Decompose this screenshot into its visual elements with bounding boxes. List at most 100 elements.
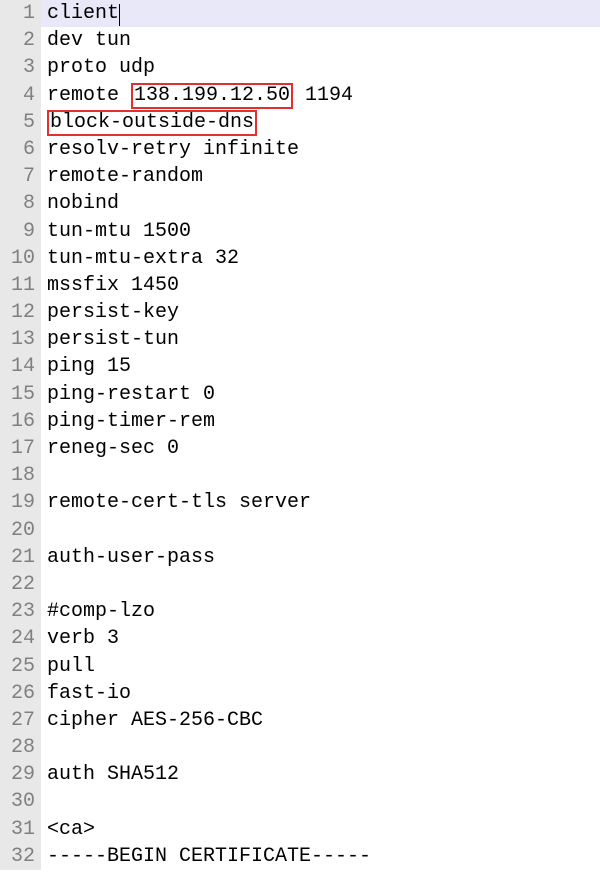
line-content[interactable]: verb 3	[41, 625, 119, 652]
editor-line[interactable]: 28	[0, 734, 600, 761]
line-content[interactable]: ping-restart 0	[41, 381, 215, 408]
editor-line[interactable]: 26 fast-io	[0, 680, 600, 707]
editor-line[interactable]: 6 resolv-retry infinite	[0, 136, 600, 163]
line-text: tun-mtu-extra 32	[47, 247, 239, 270]
line-content[interactable]: remote-cert-tls server	[41, 489, 311, 516]
line-content[interactable]: client	[41, 0, 120, 27]
line-content[interactable]: auth-user-pass	[41, 544, 215, 571]
editor-line[interactable]: 32-----BEGIN CERTIFICATE-----	[0, 843, 600, 870]
line-text-prefix: remote	[47, 84, 131, 107]
line-text: persist-tun	[47, 328, 179, 351]
editor-line[interactable]: 21auth-user-pass	[0, 544, 600, 571]
line-text: remote-cert-tls server	[47, 491, 311, 514]
text-cursor	[119, 4, 120, 26]
line-number: 9	[0, 218, 41, 245]
editor-line[interactable]: 16 ping-timer-rem	[0, 408, 600, 435]
editor-line[interactable]: 4remote 138.199.12.50 1194	[0, 82, 600, 109]
line-content[interactable]: remote 138.199.12.50 1194	[41, 82, 353, 109]
line-content[interactable]: ping 15	[41, 353, 131, 380]
line-content[interactable]: proto udp	[41, 54, 155, 81]
line-number: 17	[0, 435, 41, 462]
line-number: 12	[0, 299, 41, 326]
line-number: 22	[0, 571, 41, 598]
editor-line[interactable]: 23#comp-lzo	[0, 598, 600, 625]
editor-line[interactable]: 13persist-tun	[0, 326, 600, 353]
editor-line[interactable]: 8nobind	[0, 190, 600, 217]
line-number: 30	[0, 788, 41, 815]
line-number: 24	[0, 625, 41, 652]
line-content[interactable]: persist-key	[41, 299, 179, 326]
editor-line[interactable]: 14ping 15	[0, 353, 600, 380]
line-content[interactable]: -----BEGIN CERTIFICATE-----	[41, 843, 371, 870]
line-content[interactable]: cipher AES-256-CBC	[41, 707, 263, 734]
editor-line[interactable]: 10tun-mtu-extra 32	[0, 245, 600, 272]
editor-line[interactable]: 29auth SHA512	[0, 761, 600, 788]
line-number: 21	[0, 544, 41, 571]
line-content[interactable]: block-outside-dns	[41, 109, 257, 136]
editor-line[interactable]: 7remote-random	[0, 163, 600, 190]
line-content[interactable]: ping-timer-rem	[41, 408, 215, 435]
editor-line[interactable]: 9 tun-mtu 1500	[0, 218, 600, 245]
line-text: ping 15	[47, 355, 131, 378]
editor-line[interactable]: 17reneg-sec 0	[0, 435, 600, 462]
editor-line[interactable]: 30	[0, 788, 600, 815]
editor-line[interactable]: 22	[0, 571, 600, 598]
line-number: 32	[0, 843, 41, 870]
line-content[interactable]: reneg-sec 0	[41, 435, 179, 462]
editor-line[interactable]: 25pull	[0, 653, 600, 680]
line-content[interactable]: #comp-lzo	[41, 598, 155, 625]
line-content[interactable]: tun-mtu-extra 32	[41, 245, 239, 272]
line-text-suffix: 1194	[293, 84, 353, 107]
editor-line[interactable]: 27cipher AES-256-CBC	[0, 707, 600, 734]
highlight-annotation: 138.199.12.50	[131, 83, 293, 109]
line-content[interactable]: <ca>	[41, 816, 95, 843]
line-text: resolv-retry infinite	[47, 138, 299, 161]
editor-line[interactable]: 20	[0, 517, 600, 544]
line-content[interactable]: auth SHA512	[41, 761, 179, 788]
line-text: pull	[47, 655, 95, 678]
line-number: 28	[0, 734, 41, 761]
line-number: 4	[0, 82, 41, 109]
code-editor[interactable]: 1client2dev tun3proto udp4remote 138.199…	[0, 0, 600, 870]
editor-line[interactable]: 24verb 3	[0, 625, 600, 652]
line-number: 3	[0, 54, 41, 81]
line-number: 26	[0, 680, 41, 707]
line-number: 31	[0, 816, 41, 843]
editor-line[interactable]: 1 client	[0, 0, 600, 27]
line-content[interactable]: resolv-retry infinite	[41, 136, 299, 163]
line-number: 15	[0, 381, 41, 408]
line-text: proto udp	[47, 56, 155, 79]
line-content[interactable]: persist-tun	[41, 326, 179, 353]
line-text: ping-restart 0	[47, 383, 215, 406]
line-content[interactable]: nobind	[41, 190, 119, 217]
editor-line[interactable]: 11mssfix 1450	[0, 272, 600, 299]
line-number: 18	[0, 462, 41, 489]
line-text: dev tun	[47, 29, 131, 52]
editor-line[interactable]: 12persist-key	[0, 299, 600, 326]
line-text: fast-io	[47, 682, 131, 705]
line-content[interactable]: dev tun	[41, 27, 131, 54]
line-number: 1	[0, 0, 41, 27]
editor-line[interactable]: 15 ping-restart 0	[0, 381, 600, 408]
line-text: remote-random	[47, 165, 203, 188]
editor-line[interactable]: 5block-outside-dns	[0, 109, 600, 136]
line-number: 16	[0, 408, 41, 435]
editor-line[interactable]: 3 proto udp	[0, 54, 600, 81]
line-text: tun-mtu 1500	[47, 220, 191, 243]
editor-line[interactable]: 19remote-cert-tls server	[0, 489, 600, 516]
editor-line[interactable]: 2dev tun	[0, 27, 600, 54]
line-content[interactable]: tun-mtu 1500	[41, 218, 191, 245]
line-number: 6	[0, 136, 41, 163]
line-text: auth SHA512	[47, 763, 179, 786]
editor-line[interactable]: 31<ca>	[0, 816, 600, 843]
line-number: 8	[0, 190, 41, 217]
line-content[interactable]: remote-random	[41, 163, 203, 190]
line-number: 11	[0, 272, 41, 299]
line-text: #comp-lzo	[47, 600, 155, 623]
line-text: client	[47, 2, 119, 25]
line-content[interactable]: fast-io	[41, 680, 131, 707]
line-text: ping-timer-rem	[47, 410, 215, 433]
line-content[interactable]: pull	[41, 653, 95, 680]
editor-line[interactable]: 18	[0, 462, 600, 489]
line-content[interactable]: mssfix 1450	[41, 272, 179, 299]
